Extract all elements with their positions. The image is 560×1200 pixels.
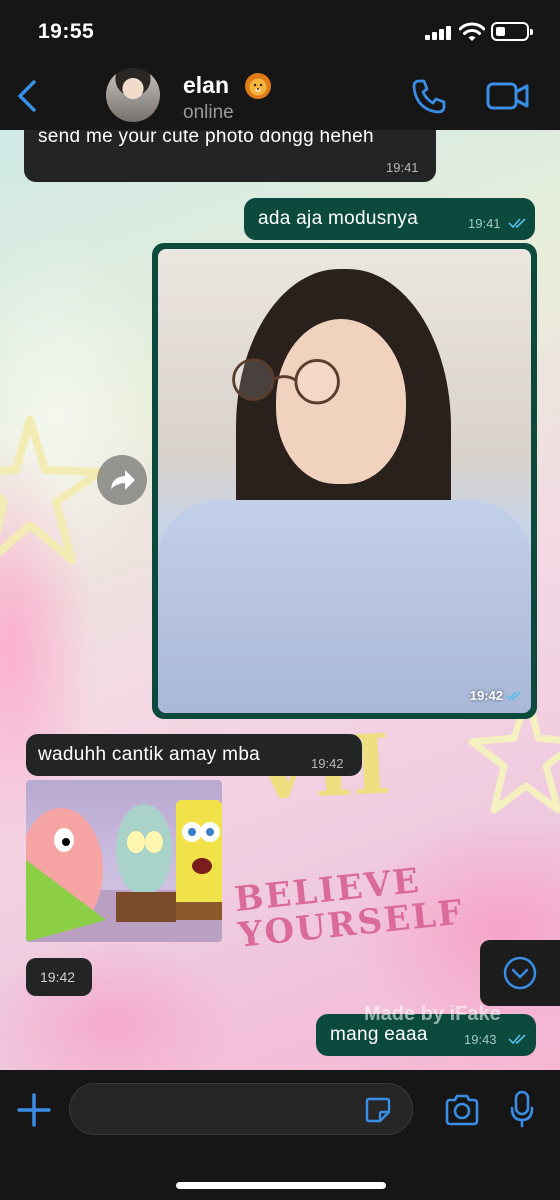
read-receipt-icon [508,218,526,229]
chevron-down-circle-icon [503,956,537,990]
forward-button[interactable] [97,455,147,505]
contact-avatar[interactable] [106,68,160,122]
message-time: 19:41 [468,216,501,231]
cellular-signal-icon [425,26,453,40]
contact-status: online [183,102,234,123]
sticker-time-badge: 19:42 [26,958,92,996]
status-time: 19:55 [38,20,95,43]
microphone-icon[interactable] [510,1090,534,1128]
message-bubble-incoming[interactable]: send me your cute photo dongg heheh 19:4… [24,130,436,182]
message-time: 19:43 [464,1032,497,1047]
camera-icon[interactable] [444,1094,480,1126]
phone-call-icon[interactable] [410,76,448,116]
read-receipt-icon [508,1034,526,1045]
sticker-icon[interactable] [364,1096,392,1124]
message-text: waduhh cantik amay mba [38,744,261,765]
message-text: ada aja modusnya [258,208,419,229]
message-time: 19:42 [40,969,76,985]
back-button[interactable] [12,76,42,116]
home-indicator[interactable] [176,1182,386,1189]
shared-photo[interactable]: 19:42 [158,249,531,713]
plus-icon[interactable] [16,1092,52,1128]
message-text: mang eaaa [330,1024,428,1045]
watermark-text: Made by iFake [364,1003,501,1025]
wifi-icon [459,22,485,41]
message-time: 19:41 [386,160,419,175]
message-bubble-incoming[interactable]: waduhh cantik amay mba 19:42 [26,734,362,776]
message-text: send me your cute photo dongg heheh [38,130,374,147]
photo-message[interactable]: 19:42 [152,243,537,719]
scroll-to-bottom-button[interactable] [480,940,560,1006]
lion-face-icon [245,73,271,99]
chat-wallpaper[interactable]: VII BELIEVE YOURSELF send me your cute p… [0,130,560,1070]
message-time: 19:42 [311,756,344,771]
message-input[interactable] [69,1083,413,1135]
message-bubble-outgoing[interactable]: ada aja modusnya 19:41 [244,198,535,240]
status-bar: 19:55 [0,0,560,62]
wallpaper-text: BELIEVE YOURSELF [232,860,466,956]
read-receipt-icon [505,691,521,701]
glasses-shape [232,358,340,405]
message-input-bar [0,1070,560,1200]
battery-icon [491,22,533,41]
contact-name[interactable]: elan [183,72,229,99]
sticker-message[interactable] [26,780,222,942]
share-arrow-icon [111,470,135,490]
message-time: 19:42 [469,688,503,703]
video-call-icon[interactable] [485,78,531,114]
sticker-image [26,800,222,942]
chat-header: elan online [0,62,560,130]
